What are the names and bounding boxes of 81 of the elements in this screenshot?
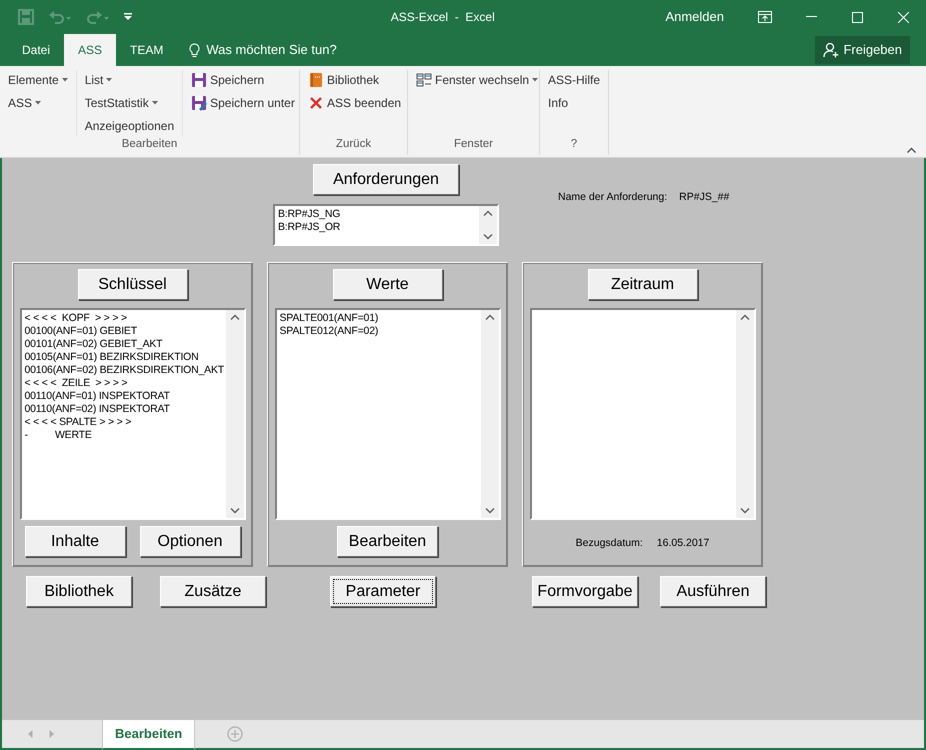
scroll-down-icon[interactable] — [483, 234, 493, 240]
dropdown-button[interactable]: TestStatistik — [82, 93, 176, 113]
ribbon-button[interactable]: ASS-Hilfe — [546, 70, 602, 90]
collapse-ribbon-icon[interactable] — [907, 147, 916, 153]
scroll-up-icon[interactable] — [484, 314, 494, 320]
window-title: ASS-Excel - Excel — [390, 10, 495, 24]
ribbon-tab[interactable]: Datei — [8, 34, 64, 66]
command-button[interactable]: Zusätze — [160, 576, 266, 607]
panel-button[interactable]: Schlüssel — [78, 269, 188, 300]
scrollbar[interactable] — [736, 310, 754, 518]
minimize-icon[interactable] — [806, 16, 816, 18]
field-label: Bezugsdatum: — [576, 536, 643, 551]
list-item[interactable]: 00106(ANF=02) BEZIRKSDIREKTION_AKT — [24, 364, 224, 377]
list-item[interactable]: B:RP#JS_OR — [278, 221, 340, 234]
action-button[interactable]: Optionen — [140, 526, 240, 557]
list-box[interactable]: SPALTE001(ANF=01) SPALTE012(ANF=02) — [274, 308, 500, 520]
maximize-icon[interactable] — [852, 12, 862, 22]
dropdown-button[interactable]: ASS — [6, 93, 70, 113]
list-item[interactable]: 00101(ANF=02) GEBIET_AKT — [24, 338, 162, 351]
group-label: Fenster — [453, 136, 494, 152]
scroll-up-icon[interactable] — [740, 314, 750, 320]
ribbon-display-icon[interactable] — [758, 11, 772, 23]
list-item[interactable]: < < < < KOPF > > > > — [24, 312, 127, 325]
list-box[interactable]: B:RP#JS_NG B:RP#JS_OR — [273, 204, 499, 246]
sheet-tab[interactable]: Bearbeiten — [102, 720, 196, 750]
ribbon-button[interactable]: Speichern — [189, 70, 297, 90]
field-label: Name der Anforderung: — [558, 190, 668, 205]
list-item[interactable]: SPALTE001(ANF=01) — [280, 312, 378, 325]
scroll-up-icon[interactable] — [483, 210, 493, 216]
requirements-button[interactable]: Anforderungen — [313, 164, 459, 195]
scrollbar[interactable] — [226, 310, 244, 518]
group-label: Zurück — [334, 136, 372, 152]
ribbon-button[interactable]: ASS beenden — [306, 93, 404, 113]
field-value: 16.05.2017 — [656, 536, 710, 551]
scroll-down-icon[interactable] — [230, 508, 240, 514]
scrollbar[interactable] — [479, 206, 497, 244]
ribbon-button[interactable]: Speichern unter — [189, 93, 297, 113]
ribbon-tab[interactable]: ASS — [64, 34, 116, 66]
list-item[interactable]: 00110(ANF=02) INSPEKTORAT — [24, 403, 170, 416]
command-button[interactable]: Ausführen — [660, 576, 766, 607]
list-box[interactable] — [20, 308, 246, 520]
tell-me-field[interactable]: Was möchten Sie tun? — [206, 40, 337, 60]
list-item[interactable]: 00105(ANF=01) BEZIRKSDIREKTION — [24, 351, 199, 364]
ribbon-button[interactable]: Info — [546, 93, 602, 113]
scroll-down-icon[interactable] — [484, 508, 494, 514]
windows-icon — [416, 72, 432, 88]
customize-caret-icon[interactable] — [124, 13, 132, 21]
panel-button[interactable]: Werte — [332, 269, 442, 300]
scrollbar[interactable] — [480, 310, 498, 518]
person-plus-icon — [823, 42, 840, 58]
scroll-down-icon[interactable] — [740, 508, 750, 514]
ribbon-button[interactable]: Anzeigeoptionen — [82, 116, 176, 136]
field-value: RP#JS_## — [679, 190, 730, 205]
list-item[interactable]: SPALTE012(ANF=02) — [280, 325, 378, 338]
share-button[interactable]: Freigeben — [815, 36, 910, 64]
cross-icon — [308, 95, 324, 111]
command-button[interactable]: Formvorgabe — [532, 576, 638, 607]
sign-in-link[interactable]: Anmelden — [665, 7, 724, 27]
dropdown-button[interactable]: List — [82, 70, 176, 90]
lightbulb-icon — [189, 42, 200, 58]
command-button[interactable]: Bibliothek — [26, 576, 132, 607]
list-item[interactable]: B:RP#JS_NG — [278, 208, 340, 221]
close-icon[interactable] — [898, 12, 908, 22]
list-item[interactable]: - WERTE — [24, 429, 92, 442]
action-button[interactable]: Bearbeiten — [337, 526, 438, 557]
ribbon-button[interactable]: Bibliothek — [306, 70, 404, 90]
command-button[interactable]: Parameter — [330, 576, 436, 607]
dropdown-button[interactable]: Fenster wechseln — [414, 70, 540, 90]
action-button[interactable]: Inhalte — [24, 526, 126, 557]
scroll-up-icon[interactable] — [230, 314, 240, 320]
dropdown-button[interactable]: Elemente — [6, 70, 70, 90]
list-item[interactable]: 00100(ANF=01) GEBIET — [24, 325, 137, 338]
group-label: ? — [570, 136, 578, 152]
floppy-pencil-icon — [191, 95, 208, 111]
list-item[interactable]: 00110(ANF=01) INSPEKTORAT — [24, 390, 170, 403]
book-icon — [308, 72, 324, 88]
panel-button[interactable]: Zeitraum — [588, 269, 698, 300]
ribbon-tab[interactable]: TEAM — [116, 34, 178, 66]
list-item[interactable]: < < < < SPALTE > > > > — [24, 416, 132, 429]
group-label: Bearbeiten — [120, 137, 178, 152]
list-item[interactable]: < < < < ZEILE > > > > — [24, 377, 128, 390]
